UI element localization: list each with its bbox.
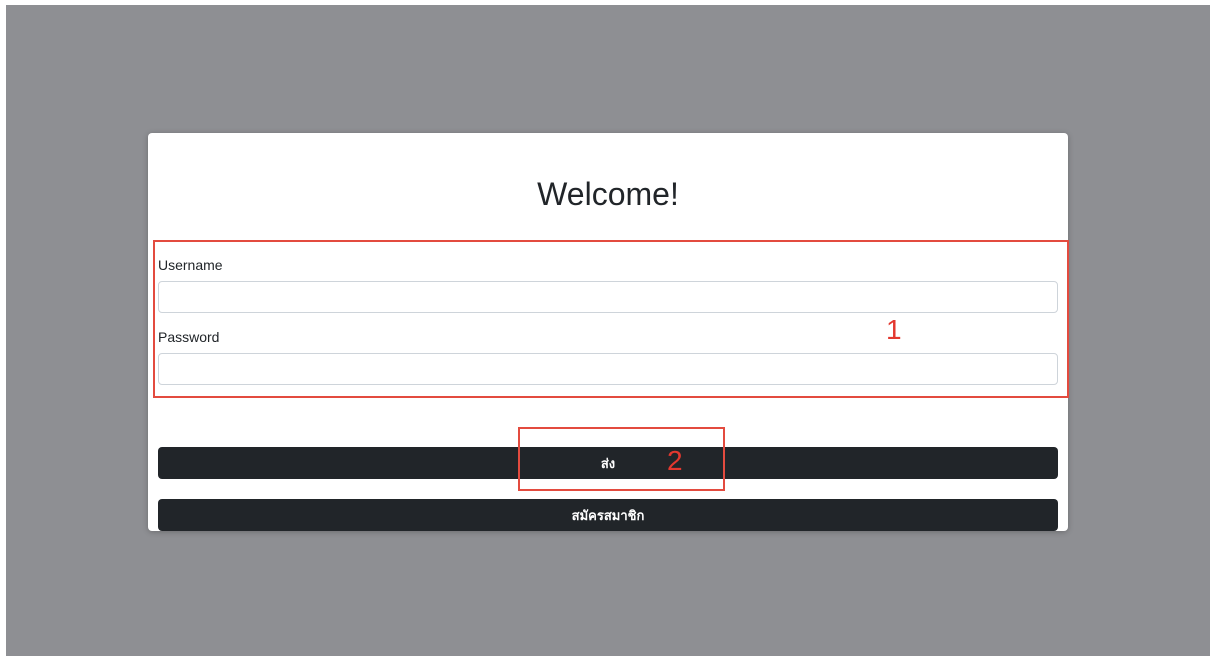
register-button[interactable]: สมัครสมาชิก (158, 499, 1058, 531)
annotation-number-1: 1 (886, 314, 902, 345)
page-title: Welcome! (537, 176, 679, 212)
annotation-box-2 (518, 427, 725, 491)
annotation-number-2: 2 (667, 445, 683, 476)
annotation-box-1 (153, 240, 1069, 398)
